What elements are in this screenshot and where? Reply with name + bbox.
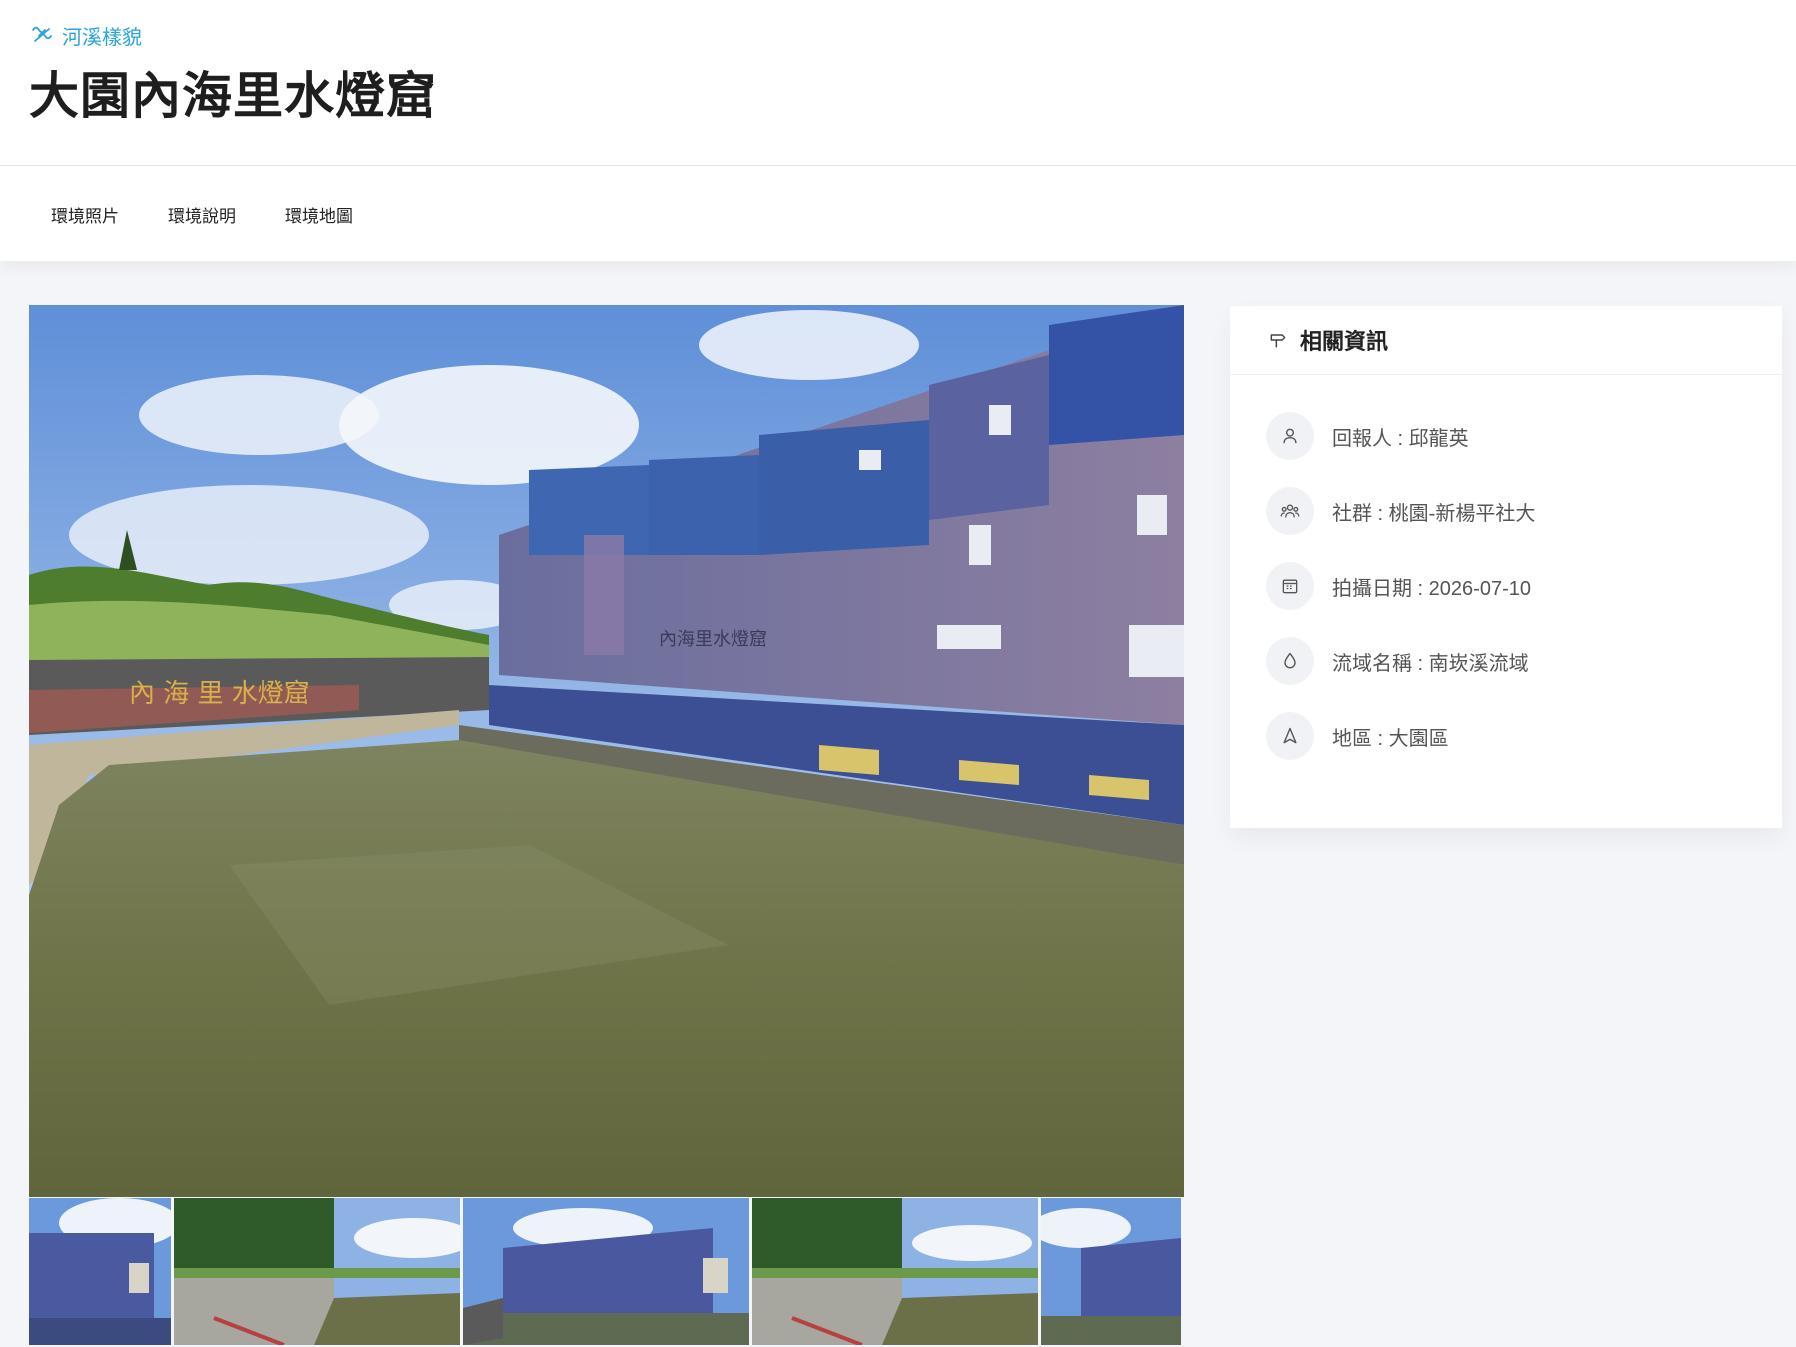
fence-sign: 內 海 里 水燈窟 — [129, 679, 310, 709]
info-row-basin: 流域名稱 : 南崁溪流域 — [1266, 637, 1529, 685]
page-title: 大園內海里水燈窟 — [29, 68, 437, 124]
page-header: 河溪樣貌 大園內海里水燈窟 — [0, 0, 1796, 166]
thumbnail-2[interactable] — [174, 1198, 460, 1345]
signpost-icon — [1270, 334, 1286, 348]
main-photo[interactable]: 內 海 里 水燈窟 內海里水燈窟 — [29, 305, 1184, 1197]
river-icon — [32, 26, 52, 42]
info-row-district: 地區 : 大園區 — [1266, 712, 1449, 760]
river-photo: 內 海 里 水燈窟 內海里水燈窟 — [29, 305, 1184, 1197]
tab-environment-description[interactable]: 環境說明 — [168, 202, 236, 227]
thumbnail-1[interactable] — [29, 1198, 171, 1345]
calendar-icon — [1266, 562, 1314, 610]
breadcrumb-label[interactable]: 河溪樣貌 — [62, 21, 142, 50]
user-icon — [1266, 412, 1314, 460]
tab-environment-map[interactable]: 環境地圖 — [285, 202, 353, 227]
panel-title: 相關資訊 — [1300, 329, 1389, 354]
wall-sign: 內海里水燈窟 — [659, 629, 767, 650]
panel-header: 相關資訊 — [1230, 306, 1782, 375]
info-text-date: 拍攝日期 : 2026-07-10 — [1332, 577, 1531, 600]
info-text-basin: 流域名稱 : 南崁溪流域 — [1332, 652, 1529, 675]
thumbnail-strip — [29, 1198, 1184, 1345]
community-icon — [1266, 487, 1314, 535]
info-row-date: 拍攝日期 : 2026-07-10 — [1266, 562, 1531, 610]
info-text-reporter: 回報人 : 邱龍英 — [1332, 427, 1469, 450]
tab-environment-photos[interactable]: 環境照片 — [51, 202, 119, 227]
water-drop-icon — [1266, 637, 1314, 685]
tab-bar: 環境照片 環境說明 環境地圖 — [0, 166, 1796, 261]
related-info-panel: 相關資訊 回報人 : 邱龍英 社群 : 桃園-新楊平社大 拍攝日期 : 2026… — [1230, 306, 1782, 828]
thumbnail-5[interactable] — [1041, 1198, 1181, 1345]
thumbnail-3[interactable] — [463, 1198, 749, 1345]
info-row-reporter: 回報人 : 邱龍英 — [1266, 412, 1469, 460]
thumbnail-4[interactable] — [752, 1198, 1038, 1345]
info-row-community: 社群 : 桃園-新楊平社大 — [1266, 487, 1535, 535]
info-text-community: 社群 : 桃園-新楊平社大 — [1332, 502, 1536, 525]
info-text-district: 地區 : 大園區 — [1332, 727, 1449, 750]
breadcrumb[interactable]: 河溪樣貌 — [30, 20, 142, 50]
location-icon — [1266, 712, 1314, 760]
